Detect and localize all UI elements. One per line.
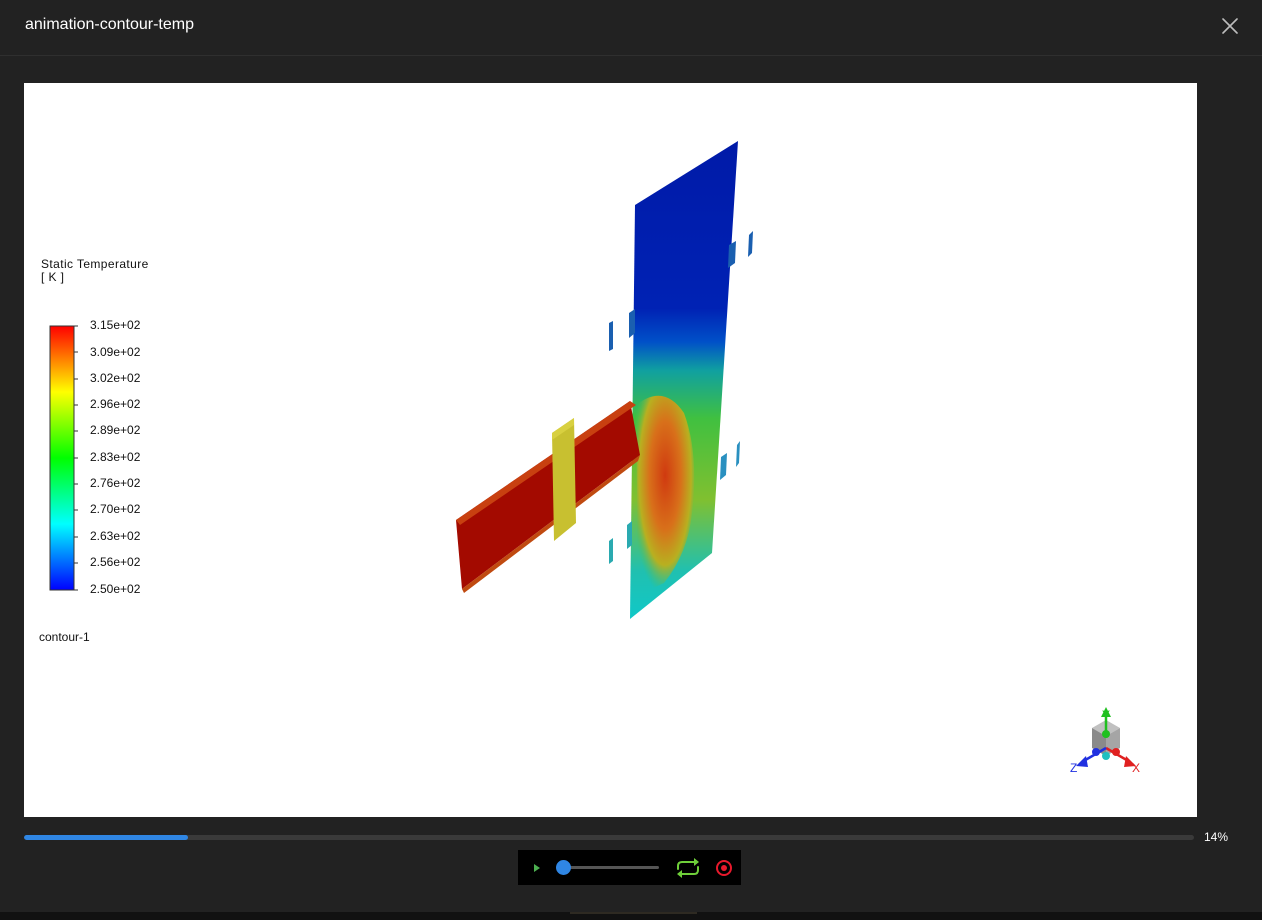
dialog-title: animation-contour-temp xyxy=(25,16,194,33)
close-icon xyxy=(1222,18,1238,34)
axis-label-z: Z xyxy=(1070,761,1077,775)
axis-label-y: Y xyxy=(1102,708,1110,722)
legend-tick-label: 3.02e+02 xyxy=(90,371,141,385)
close-button[interactable] xyxy=(1216,12,1244,40)
frame-slider-track[interactable] xyxy=(562,866,659,869)
animation-dialog: animation-contour-temp Y X Z Static Temp… xyxy=(0,0,1262,912)
legend-title-unit: [ K ] xyxy=(41,270,65,284)
record-button[interactable] xyxy=(715,859,733,877)
legend-tick-label: 2.70e+02 xyxy=(90,502,141,516)
progress-percent: 14% xyxy=(1204,830,1229,844)
legend-title: Static Temperature [ K ] xyxy=(41,258,149,284)
graphics-viewport[interactable]: Y X Z Static Temperature [ K ] 3.15e+02 … xyxy=(24,83,1197,817)
colorbar xyxy=(49,325,75,591)
record-icon xyxy=(716,860,732,876)
legend-tick-label: 2.63e+02 xyxy=(90,529,141,543)
animation-progress-bar[interactable] xyxy=(24,835,1194,840)
play-button[interactable] xyxy=(530,860,544,876)
bottom-bar-handle xyxy=(570,912,697,914)
dialog-header: animation-contour-temp xyxy=(0,0,1262,56)
legend-tick-label: 2.56e+02 xyxy=(90,555,141,569)
loop-icon xyxy=(677,858,699,878)
colorbar-ticks xyxy=(74,325,78,591)
legend-tick-label: 2.96e+02 xyxy=(90,397,141,411)
animation-progress-fill xyxy=(24,835,188,840)
frame-slider-thumb[interactable] xyxy=(556,860,571,875)
contour-scene: Y X Z xyxy=(49,141,1140,775)
legend-tick-label: 2.83e+02 xyxy=(90,450,141,464)
legend-tick-label: 3.15e+02 xyxy=(90,318,141,332)
legend-tick-label: 2.50e+02 xyxy=(90,582,141,596)
legend-tick-label: 2.76e+02 xyxy=(90,476,141,490)
legend-tick-label: 3.09e+02 xyxy=(90,345,141,359)
axis-triad: Y X Z xyxy=(1070,707,1140,775)
playback-controls xyxy=(518,850,741,885)
contour-object-label: contour-1 xyxy=(39,630,90,644)
play-icon xyxy=(534,864,540,872)
legend-tick-label: 2.89e+02 xyxy=(90,423,141,437)
axis-label-x: X xyxy=(1132,761,1140,775)
loop-button[interactable] xyxy=(673,856,703,880)
